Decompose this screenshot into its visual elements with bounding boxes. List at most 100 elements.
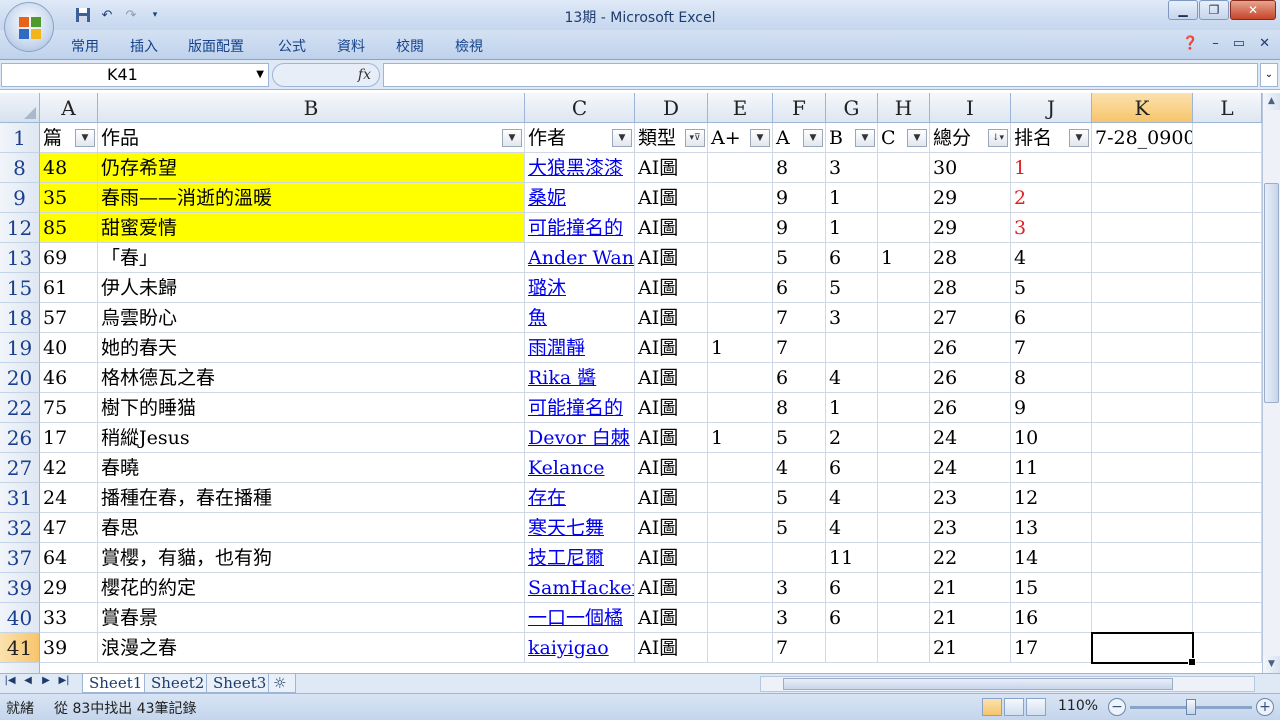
office-button[interactable] bbox=[4, 2, 54, 52]
table-cell[interactable]: 3 bbox=[773, 603, 826, 633]
table-cell[interactable]: 甜蜜爱情 bbox=[98, 213, 525, 243]
author-link[interactable]: Kelance bbox=[525, 453, 635, 483]
table-cell[interactable]: 2 bbox=[1011, 183, 1092, 213]
table-cell[interactable]: 69 bbox=[40, 243, 98, 273]
filter-dropdown-icon[interactable]: ▼ bbox=[502, 129, 522, 147]
table-cell[interactable]: 5 bbox=[773, 423, 826, 453]
table-cell[interactable]: 6 bbox=[826, 573, 878, 603]
column-header-e[interactable]: E bbox=[708, 93, 773, 123]
tab-home[interactable]: 常用 bbox=[71, 36, 99, 56]
table-cell[interactable]: 浪漫之春 bbox=[98, 633, 525, 663]
header-cell[interactable]: 7-28_0900 bbox=[1092, 123, 1193, 153]
table-cell[interactable] bbox=[1193, 543, 1262, 573]
table-cell[interactable] bbox=[878, 483, 930, 513]
table-cell[interactable] bbox=[1092, 513, 1193, 543]
table-cell[interactable]: 27 bbox=[930, 303, 1011, 333]
author-link[interactable]: 魚 bbox=[525, 303, 635, 333]
table-cell[interactable]: AI圖 bbox=[635, 453, 708, 483]
table-cell[interactable] bbox=[878, 333, 930, 363]
author-link[interactable]: 存在 bbox=[525, 483, 635, 513]
filter-dropdown-icon[interactable]: ▼ bbox=[855, 129, 875, 147]
filter-dropdown-icon[interactable]: ▼ bbox=[612, 129, 632, 147]
table-cell[interactable] bbox=[708, 243, 773, 273]
zoom-slider-thumb[interactable] bbox=[1186, 699, 1196, 715]
table-cell[interactable] bbox=[826, 633, 878, 663]
table-cell[interactable]: 33 bbox=[40, 603, 98, 633]
row-header[interactable]: 39 bbox=[0, 573, 40, 603]
table-cell[interactable]: 57 bbox=[40, 303, 98, 333]
table-cell[interactable] bbox=[708, 303, 773, 333]
table-cell[interactable]: AI圖 bbox=[635, 543, 708, 573]
filter-applied-icon[interactable]: ↓▾ bbox=[988, 129, 1008, 147]
tab-formulas[interactable]: 公式 bbox=[278, 36, 306, 56]
table-cell[interactable]: AI圖 bbox=[635, 213, 708, 243]
header-cell[interactable]: 類型 ▾⊽ bbox=[635, 123, 708, 153]
worksheet-grid[interactable]: ABCDEFGHIJKL 1 篇 ▼ 作品 ▼ 作者 ▼ 類型 ▾⊽ A+ ▼ A ▼ B ▼ C ▼ 總分 ↓▾ 排… bbox=[0, 93, 1262, 673]
table-cell[interactable]: 5 bbox=[773, 483, 826, 513]
table-cell[interactable] bbox=[708, 633, 773, 663]
table-cell[interactable]: 6 bbox=[826, 453, 878, 483]
table-cell[interactable]: 26 bbox=[930, 333, 1011, 363]
insert-function-button[interactable]: fx bbox=[272, 63, 380, 87]
table-cell[interactable] bbox=[878, 543, 930, 573]
table-cell[interactable]: 賞櫻，有貓，也有狗 bbox=[98, 543, 525, 573]
table-cell[interactable]: 3 bbox=[1011, 213, 1092, 243]
table-cell[interactable] bbox=[1193, 333, 1262, 363]
table-cell[interactable]: 29 bbox=[930, 213, 1011, 243]
table-cell[interactable]: 伊人未歸 bbox=[98, 273, 525, 303]
zoom-level[interactable]: 110% bbox=[1058, 698, 1098, 714]
tab-insert[interactable]: 插入 bbox=[130, 36, 158, 56]
tab-page-layout[interactable]: 版面配置 bbox=[188, 36, 244, 56]
table-cell[interactable]: 5 bbox=[773, 243, 826, 273]
table-cell[interactable]: 39 bbox=[40, 633, 98, 663]
tab-data[interactable]: 資料 bbox=[337, 36, 365, 56]
table-cell[interactable]: AI圖 bbox=[635, 573, 708, 603]
table-cell[interactable] bbox=[826, 333, 878, 363]
author-link[interactable]: 桑妮 bbox=[525, 183, 635, 213]
table-cell[interactable]: 3 bbox=[773, 573, 826, 603]
table-cell[interactable] bbox=[1193, 123, 1262, 153]
column-header-a[interactable]: A bbox=[40, 93, 98, 123]
table-cell[interactable] bbox=[1193, 453, 1262, 483]
table-cell[interactable] bbox=[1193, 273, 1262, 303]
table-cell[interactable]: 21 bbox=[930, 573, 1011, 603]
row-header[interactable]: 1 bbox=[0, 123, 40, 153]
table-cell[interactable] bbox=[1092, 483, 1193, 513]
author-link[interactable]: SamHacker bbox=[525, 573, 635, 603]
table-cell[interactable]: 21 bbox=[930, 603, 1011, 633]
last-sheet-icon[interactable]: ▶| bbox=[56, 675, 72, 686]
table-cell[interactable]: AI圖 bbox=[635, 423, 708, 453]
table-cell[interactable]: 1 bbox=[708, 423, 773, 453]
row-header[interactable]: 32 bbox=[0, 513, 40, 543]
table-cell[interactable] bbox=[1193, 363, 1262, 393]
table-cell[interactable]: 28 bbox=[930, 243, 1011, 273]
table-cell[interactable] bbox=[1193, 513, 1262, 543]
filter-dropdown-icon[interactable]: ▼ bbox=[1069, 129, 1089, 147]
table-cell[interactable]: 3 bbox=[826, 303, 878, 333]
author-link[interactable]: Devor 白棘 bbox=[525, 423, 635, 453]
header-cell[interactable]: 總分 ↓▾ bbox=[930, 123, 1011, 153]
table-cell[interactable]: 樹下的睡猫 bbox=[98, 393, 525, 423]
table-cell[interactable]: 「春」 bbox=[98, 243, 525, 273]
table-cell[interactable] bbox=[1092, 423, 1193, 453]
table-cell[interactable]: 46 bbox=[40, 363, 98, 393]
table-cell[interactable] bbox=[1193, 423, 1262, 453]
table-cell[interactable] bbox=[878, 153, 930, 183]
table-cell[interactable] bbox=[1193, 303, 1262, 333]
table-cell[interactable] bbox=[1092, 153, 1193, 183]
table-cell[interactable] bbox=[1092, 573, 1193, 603]
table-cell[interactable]: 35 bbox=[40, 183, 98, 213]
table-cell[interactable] bbox=[1092, 633, 1193, 663]
table-cell[interactable]: 24 bbox=[930, 453, 1011, 483]
header-cell[interactable]: C ▼ bbox=[878, 123, 930, 153]
table-cell[interactable]: 9 bbox=[1011, 393, 1092, 423]
table-cell[interactable]: 11 bbox=[826, 543, 878, 573]
table-cell[interactable]: 7 bbox=[1011, 333, 1092, 363]
expand-formula-bar-icon[interactable]: ⌄ bbox=[1260, 63, 1278, 87]
table-cell[interactable]: 21 bbox=[930, 633, 1011, 663]
table-cell[interactable] bbox=[1092, 213, 1193, 243]
table-cell[interactable]: 1 bbox=[1011, 153, 1092, 183]
row-header[interactable]: 27 bbox=[0, 453, 40, 483]
header-cell[interactable]: 篇 ▼ bbox=[40, 123, 98, 153]
table-cell[interactable]: 春雨——消逝的溫暖 bbox=[98, 183, 525, 213]
